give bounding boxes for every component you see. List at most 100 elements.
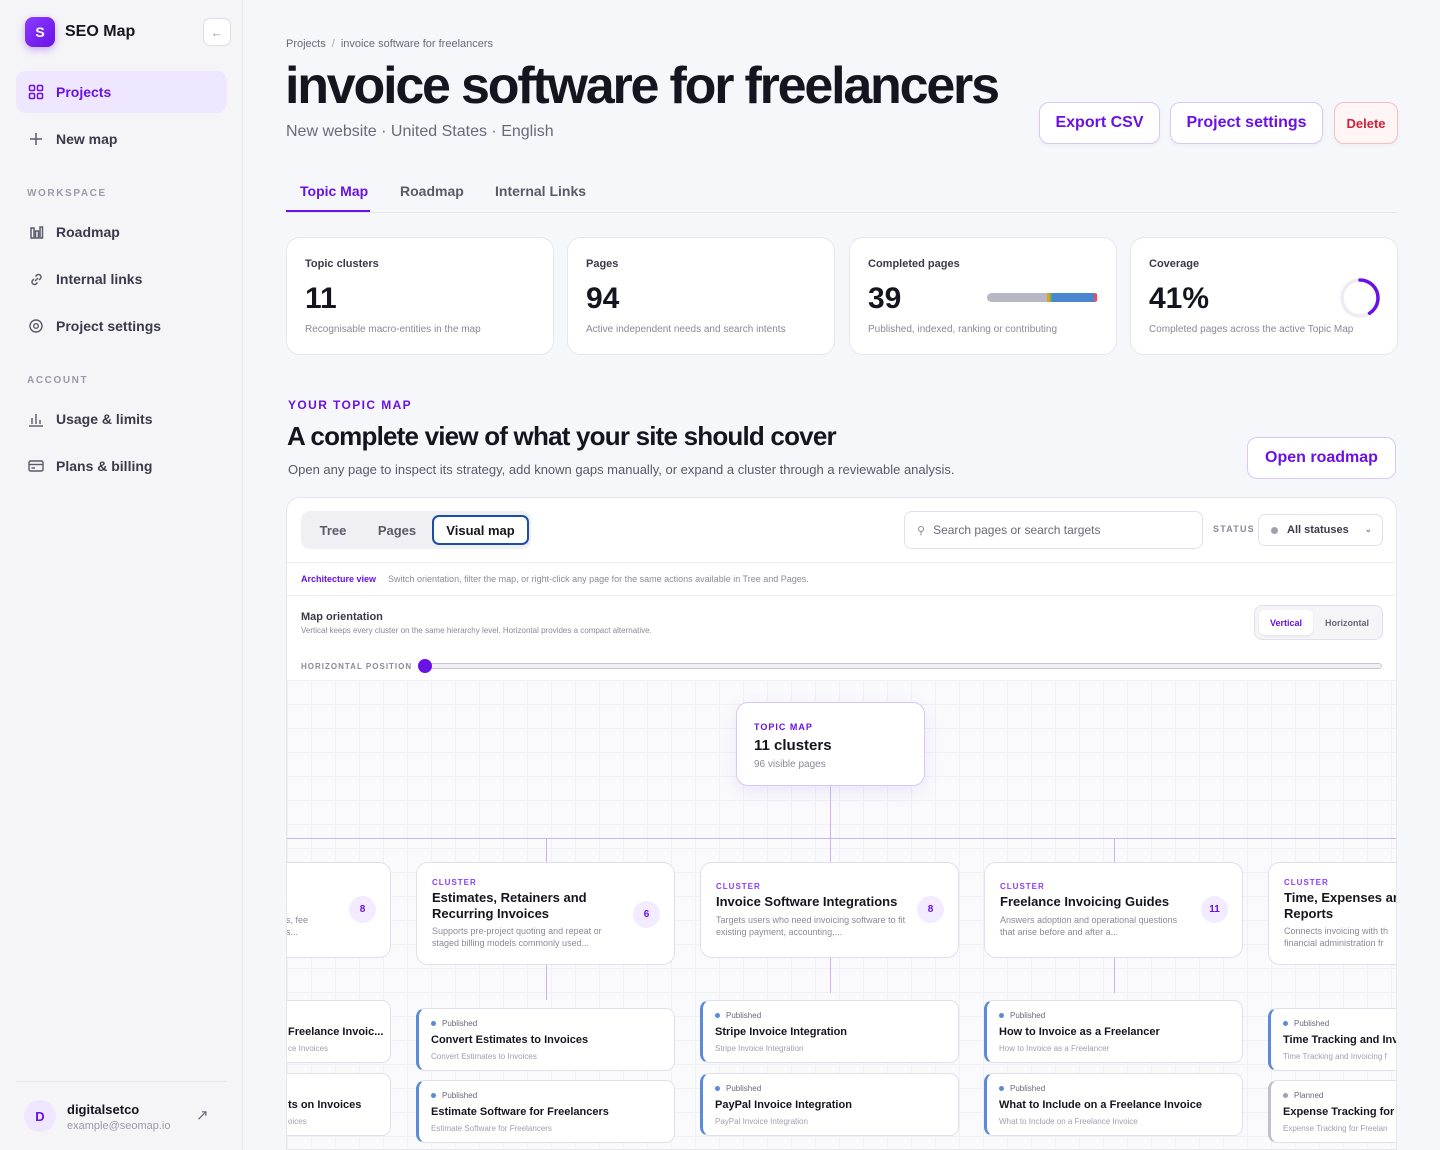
page-card[interactable]: Published What to Include on a Freelance… (984, 1073, 1243, 1136)
breadcrumb: Projects / invoice software for freelancer… (286, 38, 493, 50)
sidebar-item-project-settings[interactable]: Project settings (16, 305, 227, 347)
stat-desc: Completed pages across the active Topic … (1149, 324, 1354, 335)
plus-icon (28, 131, 44, 147)
cluster-eyebrow: CLUSTER (432, 878, 477, 887)
account-section-label: ACCOUNT (27, 375, 89, 386)
sidebar-item-internal-links[interactable]: Internal links (16, 258, 227, 300)
orientation-horizontal-button[interactable]: Horizontal (1315, 610, 1379, 635)
page-card[interactable]: Published PayPal Invoice Integration Pay… (700, 1073, 959, 1136)
horizontal-position-label: HORIZONTAL POSITION (301, 662, 413, 671)
cluster-card[interactable]: CLUSTER Estimates, Retainers and Recurri… (416, 862, 675, 965)
horizontal-position-slider[interactable] (425, 663, 1382, 669)
breadcrumb-current: invoice software for freelancers (340, 38, 494, 50)
page-title: How to Invoice as a Freelancer (999, 1026, 1160, 1038)
architecture-view-bar: Architecture view Switch orientation, fi… (287, 562, 1396, 596)
view-tree-button[interactable]: Tree (305, 515, 361, 545)
page-status-label: Published (1010, 1011, 1046, 1020)
cluster-card[interactable]: ts ods, fee nes... 8 (287, 862, 391, 958)
page-status: Published (715, 1084, 761, 1093)
status-filter-select[interactable]: All statuses ⌄ (1258, 514, 1383, 546)
page-status-label: Published (726, 1084, 762, 1093)
connector (287, 838, 1396, 839)
page-card[interactable]: ts on Invoices oices (287, 1073, 391, 1136)
page-status-label: Published (1010, 1084, 1046, 1093)
user-profile[interactable]: D digitalsetco example@seomap.io ↗ (16, 1081, 227, 1150)
page-card[interactable]: Published Time Tracking and Invo Time Tr… (1268, 1008, 1396, 1071)
search-input[interactable]: ⚲ Search pages or search targets (904, 511, 1203, 549)
cluster-card[interactable]: CLUSTER Time, Expenses an Reports Connec… (1268, 862, 1396, 965)
stat-label: Completed pages (868, 258, 960, 270)
page-subtitle: Estimate Software for Freelancers (431, 1124, 552, 1133)
gear-icon (28, 318, 44, 334)
sidebar-item-new-map[interactable]: New map (16, 118, 227, 160)
bar-segment-blue (1051, 293, 1095, 302)
page-card[interactable]: Published Convert Estimates to Invoices … (416, 1008, 675, 1071)
page-title: Stripe Invoice Integration (715, 1026, 848, 1038)
root-eyebrow: TOPIC MAP (754, 722, 813, 732)
brand[interactable]: S SEO Map (25, 17, 135, 47)
page-subtitle: Expense Tracking for Freelan (1283, 1124, 1388, 1133)
stat-value: 94 (586, 282, 620, 315)
tab-roadmap[interactable]: Roadmap (400, 183, 464, 199)
page-card[interactable]: Published Estimate Software for Freelanc… (416, 1080, 675, 1143)
arrow-up-right-icon[interactable]: ↗ (196, 1106, 209, 1124)
sidebar-item-label: Internal links (56, 271, 143, 287)
orientation-vertical-button[interactable]: Vertical (1259, 610, 1313, 635)
arrow-left-icon: ← (210, 24, 224, 40)
coverage-ring (1340, 278, 1380, 318)
page-status: Published (1283, 1019, 1329, 1028)
export-csv-button[interactable]: Export CSV (1039, 102, 1160, 144)
connector (1114, 838, 1115, 862)
cluster-eyebrow: CLUSTER (716, 882, 761, 891)
tab-topic-map[interactable]: Topic Map (300, 183, 368, 199)
sidebar-item-label: Plans & billing (56, 458, 153, 474)
section-eyebrow: YOUR TOPIC MAP (288, 398, 413, 412)
status-distribution-bar (987, 293, 1099, 302)
sidebar-item-usage[interactable]: Usage & limits (16, 398, 227, 440)
view-visual-map-button[interactable]: Visual map (432, 515, 529, 545)
cluster-title: Invoice Software Integrations (716, 894, 898, 909)
page-card[interactable]: Planned Expense Tracking for F Expense T… (1268, 1080, 1397, 1143)
sidebar-item-label: New map (56, 131, 118, 147)
cluster-title: Estimates, Retainers and Recurring Invoi… (432, 890, 587, 921)
bar-segment-red (1094, 293, 1097, 302)
page-card[interactable]: Published How to Invoice as a Freelancer… (984, 1000, 1243, 1063)
page-card[interactable]: Published Stripe Invoice Integration Str… (700, 1000, 959, 1063)
cluster-desc: Connects invoicing with th financial adm… (1284, 926, 1389, 948)
project-settings-button[interactable]: Project settings (1170, 102, 1323, 144)
stat-desc: Active independent needs and search inte… (586, 324, 786, 335)
grid-icon (28, 84, 44, 100)
sidebar-item-label: Project settings (56, 318, 162, 334)
page-title: Expense Tracking for F (1283, 1106, 1397, 1118)
stat-card-clusters: Topic clusters 11 Recognisable macro-ent… (286, 237, 554, 355)
slider-thumb[interactable] (418, 659, 432, 673)
cluster-card[interactable]: CLUSTER Freelance Invoicing Guides Answe… (984, 862, 1243, 958)
map-canvas[interactable]: TOPIC MAP 11 clusters 96 visible pages t… (287, 680, 1397, 1149)
sidebar-item-projects[interactable]: Projects (16, 71, 227, 113)
connector (830, 838, 831, 862)
search-placeholder: Search pages or search targets (933, 523, 1101, 537)
cluster-page-count: 8 (349, 896, 376, 923)
cluster-card[interactable]: CLUSTER Invoice Software Integrations Ta… (700, 862, 959, 958)
collapse-sidebar-button[interactable]: ← (203, 18, 231, 46)
cluster-eyebrow: CLUSTER (1000, 882, 1045, 891)
status-dot (431, 1021, 436, 1026)
page-subtitle: What to Include on a Freelance Invoice (999, 1117, 1138, 1126)
view-pages-button[interactable]: Pages (367, 515, 427, 545)
tab-internal-links[interactable]: Internal Links (495, 183, 586, 199)
user-email: example@seomap.io (67, 1120, 171, 1132)
open-roadmap-button[interactable]: Open roadmap (1247, 437, 1396, 479)
breadcrumb-projects[interactable]: Projects (286, 38, 326, 50)
status-dot (999, 1086, 1004, 1091)
stat-label: Pages (586, 258, 619, 270)
avatar: D (24, 1100, 56, 1132)
sidebar-item-billing[interactable]: Plans & billing (16, 445, 227, 487)
credit-card-icon (28, 458, 44, 474)
status-filter-value: All statuses (1287, 524, 1349, 536)
root-node[interactable]: TOPIC MAP 11 clusters 96 visible pages (736, 702, 925, 786)
page-card[interactable]: Freelance Invoic... ce Invoices (287, 1000, 391, 1063)
delete-button[interactable]: Delete (1334, 102, 1398, 144)
cluster-desc: Supports pre-project quoting and repeat … (432, 926, 602, 948)
sidebar-item-roadmap[interactable]: Roadmap (16, 211, 227, 253)
usage-chart-icon (28, 411, 44, 427)
